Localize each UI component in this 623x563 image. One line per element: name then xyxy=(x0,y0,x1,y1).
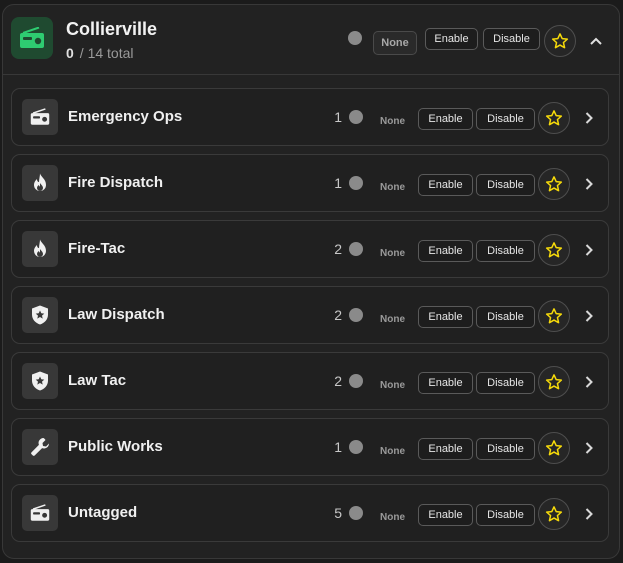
active-count: 0 xyxy=(66,45,74,61)
group-label: Law Tac xyxy=(68,372,127,389)
none-badge[interactable]: None xyxy=(380,380,405,391)
chevron-right-icon[interactable] xyxy=(582,177,596,191)
chevron-right-icon[interactable] xyxy=(582,507,596,521)
star-icon xyxy=(545,374,563,390)
chevron-right-icon[interactable] xyxy=(582,375,596,389)
favorite-button[interactable] xyxy=(538,432,570,464)
chevron-right-icon[interactable] xyxy=(582,309,596,323)
disable-all-button[interactable]: Disable xyxy=(483,28,540,50)
enable-button[interactable]: Enable xyxy=(418,438,473,460)
group-label: Fire Dispatch xyxy=(68,174,164,191)
enable-button[interactable]: Enable xyxy=(418,174,473,196)
agency-subtitle: 0 / 14 total xyxy=(66,45,134,61)
none-badge[interactable]: None xyxy=(373,31,417,55)
disable-button[interactable]: Disable xyxy=(476,108,535,130)
status-dot xyxy=(349,308,363,322)
favorite-button[interactable] xyxy=(538,102,570,134)
agency-title: Collierville xyxy=(66,19,158,39)
group-count: 2 xyxy=(334,373,342,389)
total-count: / 14 total xyxy=(79,45,134,61)
shield-star-icon xyxy=(22,297,58,333)
favorite-button[interactable] xyxy=(544,25,576,57)
disable-button[interactable]: Disable xyxy=(476,438,535,460)
star-icon xyxy=(545,440,563,456)
status-dot xyxy=(349,110,363,124)
favorite-button[interactable] xyxy=(538,168,570,200)
radio-icon xyxy=(11,17,53,59)
fire-icon xyxy=(22,231,58,267)
agency-header[interactable]: Collierville 0 / 14 total None Enable Dis… xyxy=(3,5,619,75)
group-label: Emergency Ops xyxy=(68,108,183,125)
chevron-up-icon[interactable] xyxy=(589,34,603,48)
chevron-right-icon[interactable] xyxy=(582,441,596,455)
enable-button[interactable]: Enable xyxy=(418,108,473,130)
group-row[interactable]: Untagged 5 None Enable Disable xyxy=(11,484,609,542)
group-label: Fire-Tac xyxy=(68,240,126,257)
none-badge[interactable]: None xyxy=(380,182,405,193)
group-count: 1 xyxy=(334,109,342,125)
star-icon xyxy=(545,242,563,258)
radio-icon xyxy=(22,495,58,531)
agency-panel: Collierville 0 / 14 total None Enable Dis… xyxy=(2,4,620,559)
none-badge[interactable]: None xyxy=(380,248,405,259)
group-row[interactable]: Fire-Tac 2 None Enable Disable xyxy=(11,220,609,278)
status-dot xyxy=(349,506,363,520)
favorite-button[interactable] xyxy=(538,300,570,332)
star-icon xyxy=(545,506,563,522)
star-icon xyxy=(551,33,569,49)
favorite-button[interactable] xyxy=(538,498,570,530)
group-count: 2 xyxy=(334,241,342,257)
none-badge[interactable]: None xyxy=(380,512,405,523)
enable-button[interactable]: Enable xyxy=(418,372,473,394)
disable-button[interactable]: Disable xyxy=(476,306,535,328)
group-row[interactable]: Public Works 1 None Enable Disable xyxy=(11,418,609,476)
none-badge[interactable]: None xyxy=(380,116,405,127)
disable-button[interactable]: Disable xyxy=(476,240,535,262)
fire-icon xyxy=(22,165,58,201)
star-icon xyxy=(545,176,563,192)
enable-all-button[interactable]: Enable xyxy=(425,28,478,50)
favorite-button[interactable] xyxy=(538,234,570,266)
status-dot xyxy=(349,176,363,190)
disable-button[interactable]: Disable xyxy=(476,504,535,526)
none-badge[interactable]: None xyxy=(380,314,405,325)
group-label: Law Dispatch xyxy=(68,306,165,323)
chevron-right-icon[interactable] xyxy=(582,111,596,125)
group-row[interactable]: Fire Dispatch 1 None Enable Disable xyxy=(11,154,609,212)
none-badge[interactable]: None xyxy=(380,446,405,457)
group-count: 5 xyxy=(334,505,342,521)
group-count: 2 xyxy=(334,307,342,323)
status-dot xyxy=(349,374,363,388)
status-dot xyxy=(349,440,363,454)
status-dot xyxy=(348,31,362,45)
group-count: 1 xyxy=(334,439,342,455)
chevron-right-icon[interactable] xyxy=(582,243,596,257)
enable-button[interactable]: Enable xyxy=(418,504,473,526)
enable-button[interactable]: Enable xyxy=(418,240,473,262)
status-dot xyxy=(349,242,363,256)
favorite-button[interactable] xyxy=(538,366,570,398)
enable-button[interactable]: Enable xyxy=(418,306,473,328)
star-icon xyxy=(545,110,563,126)
group-label: Public Works xyxy=(68,438,163,455)
group-count: 1 xyxy=(334,175,342,191)
group-row[interactable]: Law Tac 2 None Enable Disable xyxy=(11,352,609,410)
shield-star-icon xyxy=(22,363,58,399)
star-icon xyxy=(545,308,563,324)
disable-button[interactable]: Disable xyxy=(476,372,535,394)
group-row[interactable]: Law Dispatch 2 None Enable Disable xyxy=(11,286,609,344)
disable-button[interactable]: Disable xyxy=(476,174,535,196)
group-row[interactable]: Emergency Ops 1 None Enable Disable xyxy=(11,88,609,146)
wrench-icon xyxy=(22,429,58,465)
group-label: Untagged xyxy=(68,504,138,521)
radio-icon xyxy=(22,99,58,135)
